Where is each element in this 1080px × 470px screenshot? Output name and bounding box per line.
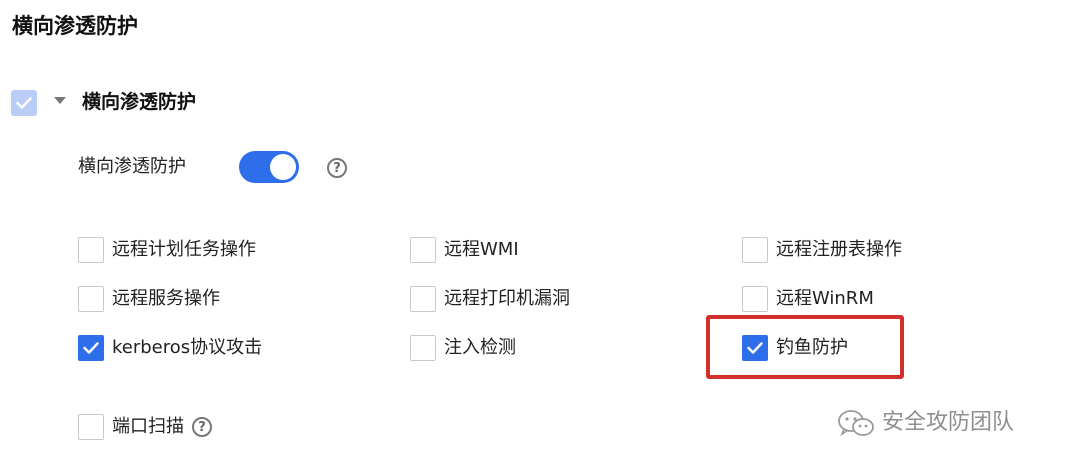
- checkbox[interactable]: [410, 335, 436, 361]
- check-icon: [16, 97, 32, 109]
- option-label: 远程WMI: [444, 239, 519, 260]
- section-checkbox[interactable]: [11, 90, 37, 116]
- option-label: 远程WinRM: [776, 288, 874, 309]
- option-remote-wmi[interactable]: 远程WMI: [410, 236, 519, 264]
- caret-down-icon[interactable]: [54, 97, 66, 105]
- option-remote-service[interactable]: 远程服务操作: [78, 285, 220, 313]
- option-port-scan[interactable]: 端口扫描 ?: [78, 413, 212, 441]
- option-kerberos-attack[interactable]: kerberos协议攻击: [78, 334, 262, 362]
- highlight-box: [706, 315, 904, 379]
- lateral-protection-toggle[interactable]: [239, 151, 299, 183]
- toggle-label: 横向渗透防护: [78, 156, 186, 177]
- option-injection-detect[interactable]: 注入检测: [410, 334, 516, 362]
- option-label: 注入检测: [444, 337, 516, 358]
- question-circle-icon[interactable]: ?: [327, 158, 347, 178]
- checkbox[interactable]: [78, 335, 104, 361]
- wechat-icon: [838, 410, 874, 437]
- section-label: 横向渗透防护: [82, 91, 197, 113]
- checkbox[interactable]: [742, 237, 768, 263]
- option-label: 远程服务操作: [112, 288, 220, 309]
- watermark: 安全攻防团队: [836, 408, 1014, 438]
- option-remote-registry[interactable]: 远程注册表操作: [742, 236, 902, 264]
- toggle-knob: [270, 154, 296, 180]
- page-title: 横向渗透防护: [12, 14, 138, 38]
- checkbox[interactable]: [410, 286, 436, 312]
- check-icon: [83, 342, 99, 354]
- option-label: 远程打印机漏洞: [444, 288, 570, 309]
- checkbox[interactable]: [410, 237, 436, 263]
- checkbox[interactable]: [78, 286, 104, 312]
- watermark-text: 安全攻防团队: [882, 410, 1015, 435]
- checkbox[interactable]: [78, 237, 104, 263]
- option-label: 端口扫描: [112, 416, 184, 437]
- option-remote-scheduled-task[interactable]: 远程计划任务操作: [78, 236, 256, 264]
- option-label: 远程计划任务操作: [112, 239, 256, 260]
- option-remote-printer-vuln[interactable]: 远程打印机漏洞: [410, 285, 570, 313]
- checkbox[interactable]: [78, 414, 104, 440]
- checkbox[interactable]: [742, 286, 768, 312]
- option-label: kerberos协议攻击: [112, 337, 263, 358]
- option-label: 远程注册表操作: [776, 239, 902, 260]
- question-circle-icon[interactable]: ?: [192, 417, 212, 437]
- option-remote-winrm[interactable]: 远程WinRM: [742, 285, 874, 313]
